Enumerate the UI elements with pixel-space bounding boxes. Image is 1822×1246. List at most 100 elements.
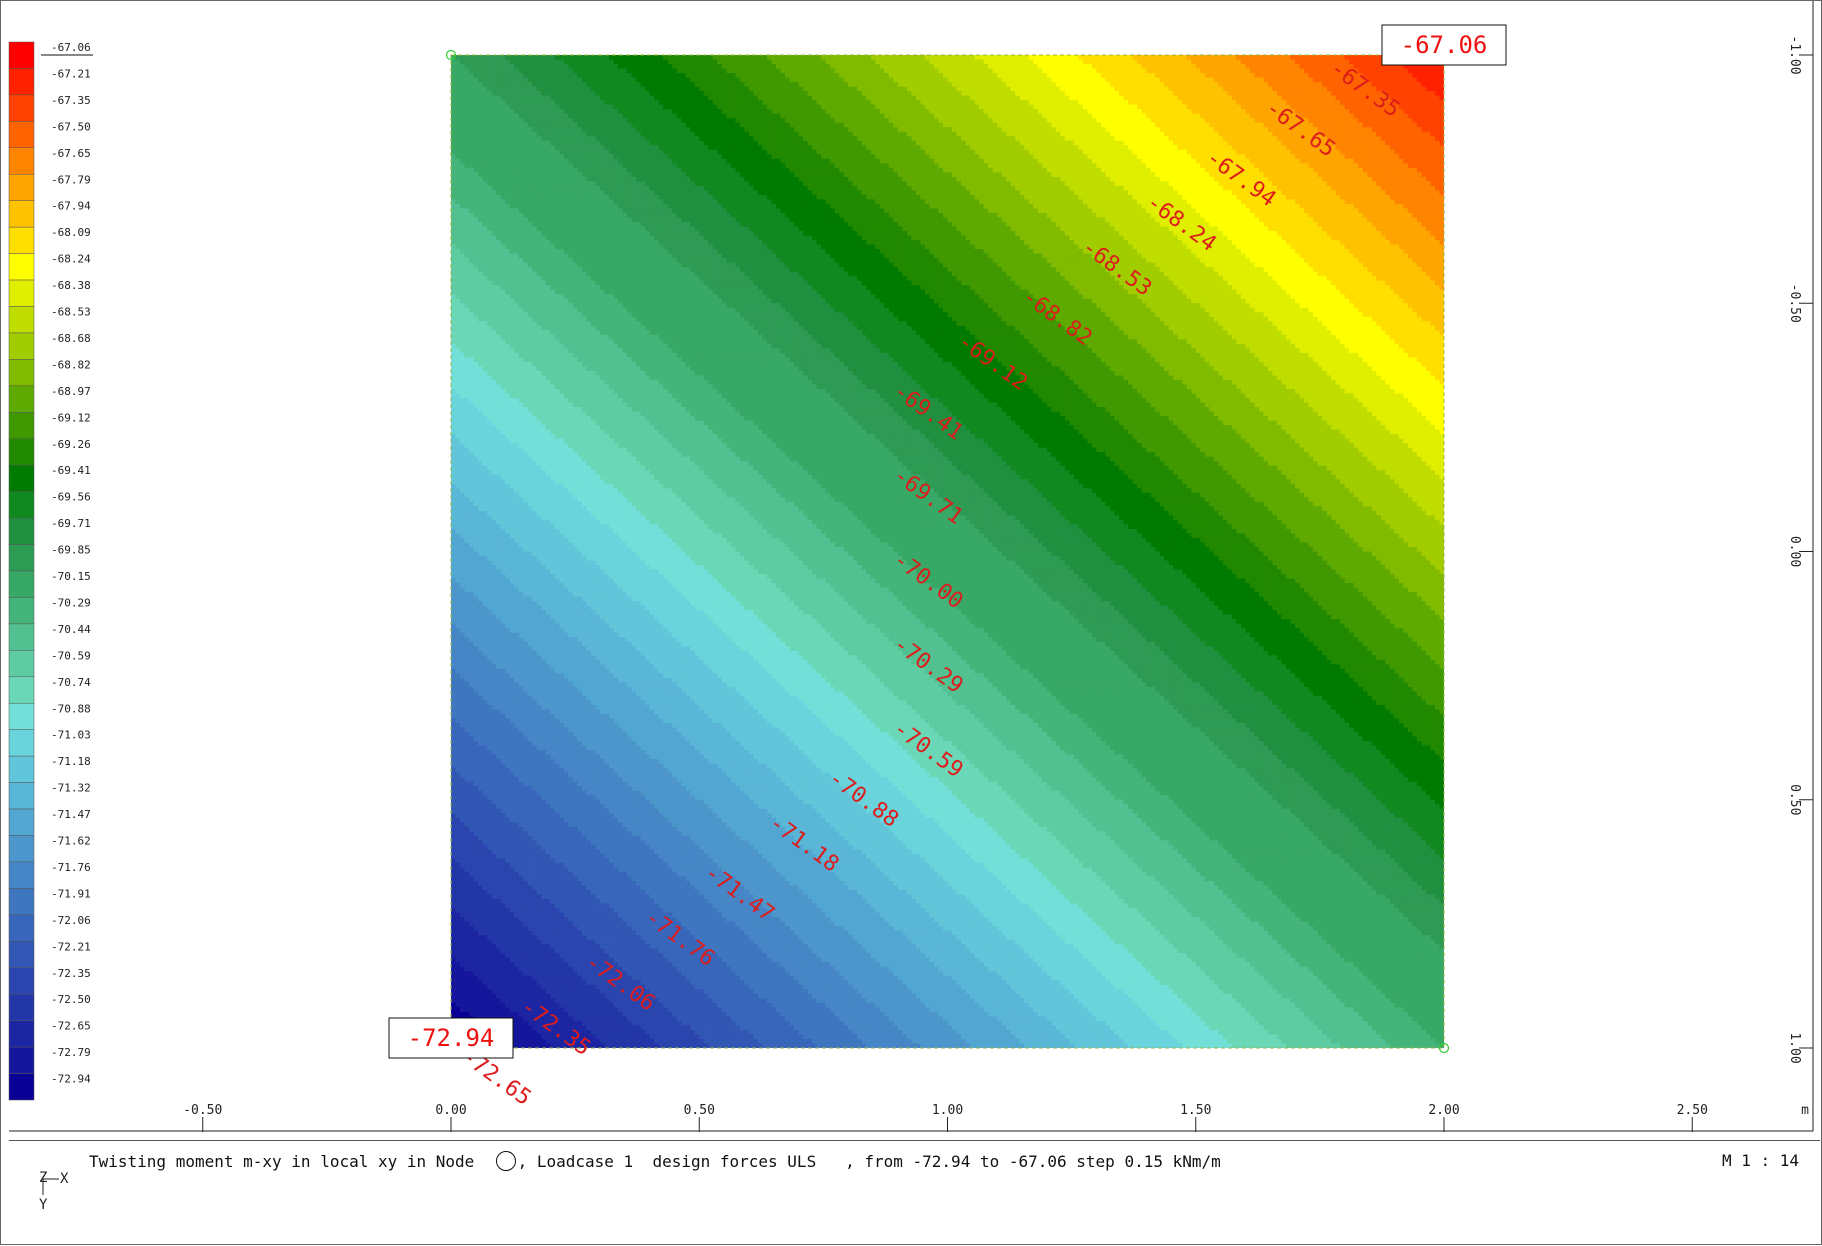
contour-cell — [650, 78, 655, 83]
contour-cell — [1376, 73, 1381, 78]
contour-cell — [1069, 96, 1074, 101]
contour-cell — [758, 100, 763, 105]
contour-cell — [1146, 105, 1151, 110]
contour-cell — [1006, 114, 1011, 119]
contour-cell — [943, 105, 948, 110]
contour-cell — [934, 73, 939, 78]
contour-cell — [510, 69, 515, 74]
contour-cell — [1286, 96, 1291, 101]
contour-cell — [577, 64, 582, 69]
contour-cell — [762, 96, 767, 101]
contour-cell — [650, 55, 655, 60]
contour-cell — [645, 69, 650, 74]
contour-cell — [510, 55, 515, 60]
contour-cell — [519, 127, 524, 132]
contour-cell — [794, 87, 799, 92]
contour-cell — [988, 145, 993, 150]
contour-cell — [636, 123, 641, 128]
contour-cell — [1092, 145, 1097, 150]
contour-cell — [1272, 69, 1277, 74]
contour-cell — [1403, 123, 1408, 128]
contour-cell — [632, 136, 637, 141]
contour-cell — [600, 91, 605, 96]
contour-cell — [1137, 150, 1142, 155]
contour-cell — [762, 87, 767, 92]
contour-cell — [862, 87, 867, 92]
contour-cell — [704, 64, 709, 69]
contour-cell — [627, 118, 632, 123]
contour-cell — [966, 64, 971, 69]
contour-cell — [460, 100, 465, 105]
contour-cell — [902, 55, 907, 60]
contour-cell — [1282, 150, 1287, 155]
contour-cell — [550, 105, 555, 110]
contour-cell — [1124, 64, 1129, 69]
contour-cell — [1060, 105, 1065, 110]
contour-cell — [1146, 136, 1151, 141]
contour-cell — [938, 141, 943, 146]
contour-cell — [699, 96, 704, 101]
contour-cell — [708, 118, 713, 123]
contour-cell — [1421, 96, 1426, 101]
contour-cell — [604, 87, 609, 92]
contour-cell — [1286, 87, 1291, 92]
contour-cell — [1146, 132, 1151, 137]
contour-cell — [568, 60, 573, 65]
contour-cell — [722, 154, 727, 159]
contour-cell — [1381, 78, 1386, 83]
contour-cell — [559, 64, 564, 69]
contour-cell — [1412, 82, 1417, 87]
contour-cell — [970, 114, 975, 119]
contour-cell — [731, 150, 736, 155]
contour-cell — [568, 141, 573, 146]
contour-cell — [532, 82, 537, 87]
contour-cell — [1358, 118, 1363, 123]
contour-cell — [884, 150, 889, 155]
contour-cell — [1191, 82, 1196, 87]
contour-cell — [902, 123, 907, 128]
contour-cell — [1196, 60, 1201, 65]
contour-cell — [645, 100, 650, 105]
contour-cell — [600, 114, 605, 119]
contour-cell — [1358, 109, 1363, 114]
contour-cell — [1196, 87, 1201, 92]
contour-cell — [1137, 69, 1142, 74]
contour-cell — [880, 109, 885, 114]
contour-cell — [1313, 109, 1318, 114]
contour-cell — [1074, 132, 1079, 137]
contour-cell — [1051, 132, 1056, 137]
contour-cell — [1390, 132, 1395, 137]
contour-cell — [595, 150, 600, 155]
contour-cell — [1065, 150, 1070, 155]
contour-cell — [690, 96, 695, 101]
contour-cell — [880, 100, 885, 105]
contour-cell — [1002, 78, 1007, 83]
contour-cell — [812, 127, 817, 132]
contour-cell — [604, 82, 609, 87]
contour-cell — [902, 150, 907, 155]
contour-cell — [1232, 109, 1237, 114]
contour-cell — [1223, 100, 1228, 105]
contour-cell — [1155, 60, 1160, 65]
contour-cell — [1074, 105, 1079, 110]
contour-cell — [1051, 82, 1056, 87]
contour-cell — [893, 100, 898, 105]
contour-cell — [1245, 150, 1250, 155]
contour-cell — [1151, 64, 1156, 69]
contour-cell — [1051, 136, 1056, 141]
contour-cell — [582, 109, 587, 114]
contour-cell — [839, 132, 844, 137]
contour-cell — [668, 100, 673, 105]
contour-cell — [1272, 60, 1277, 65]
contour-cell — [1042, 105, 1047, 110]
contour-cell — [970, 109, 975, 114]
contour-cell — [1227, 100, 1232, 105]
contour-cell — [984, 118, 989, 123]
contour-cell — [600, 105, 605, 110]
contour-cell — [785, 109, 790, 114]
contour-cell — [609, 150, 614, 155]
contour-cell — [970, 73, 975, 78]
contour-cell — [1051, 64, 1056, 69]
contour-cell — [1069, 145, 1074, 150]
contour-cell — [708, 127, 713, 132]
